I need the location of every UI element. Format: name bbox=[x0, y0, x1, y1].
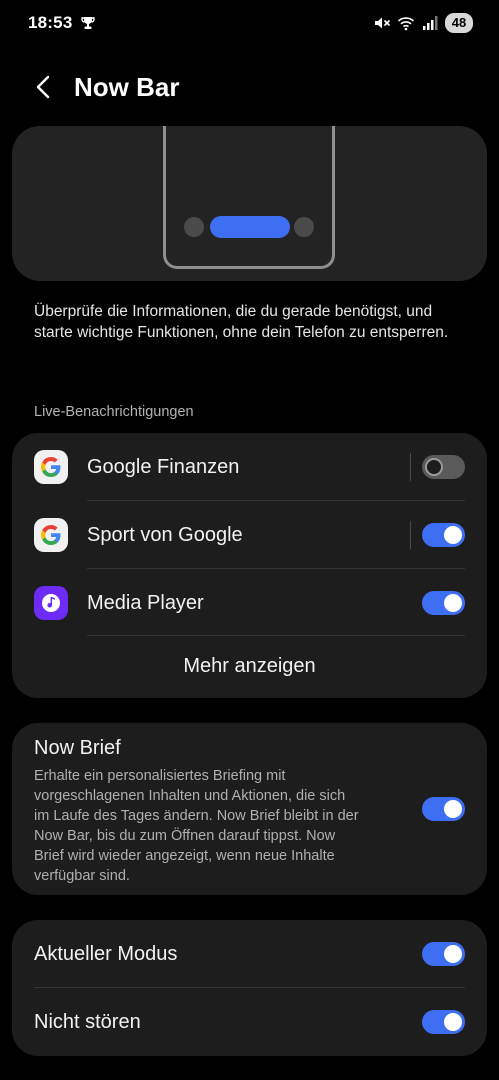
list-item-sport-von-google[interactable]: Sport von Google bbox=[12, 501, 487, 569]
live-notifications-card: Google Finanzen Sport von Google Media P… bbox=[12, 433, 487, 698]
app-header: Now Bar bbox=[0, 62, 499, 112]
vertical-divider bbox=[410, 453, 411, 481]
show-more-button[interactable]: Mehr anzeigen bbox=[12, 635, 487, 697]
list-item-label: Google Finanzen bbox=[87, 455, 240, 478]
now-brief-card[interactable]: Now Brief Erhalte ein personalisiertes B… bbox=[12, 723, 487, 895]
chevron-left-icon bbox=[36, 75, 50, 99]
now-brief-description: Erhalte ein personalisiertes Briefing mi… bbox=[34, 768, 359, 884]
signal-icon bbox=[423, 16, 438, 30]
illustration-dot-right bbox=[294, 217, 314, 237]
list-item-media-player[interactable]: Media Player bbox=[12, 569, 487, 637]
now-bar-pill bbox=[210, 216, 290, 238]
section-label-live: Live-Benachrichtigungen bbox=[34, 404, 194, 420]
status-time: 18:53 bbox=[28, 13, 73, 32]
now-brief-toggle[interactable] bbox=[422, 797, 465, 821]
modes-card: Aktueller Modus Nicht stören bbox=[12, 920, 487, 1056]
sport-von-google-toggle[interactable] bbox=[422, 523, 465, 547]
now-bar-illustration bbox=[12, 126, 487, 281]
list-item-google-finanzen[interactable]: Google Finanzen bbox=[12, 433, 487, 501]
list-item-label: Sport von Google bbox=[87, 523, 243, 546]
mute-icon bbox=[375, 17, 391, 29]
wifi-icon bbox=[397, 17, 415, 31]
back-button[interactable] bbox=[24, 67, 64, 107]
google-icon bbox=[34, 518, 68, 552]
list-item-aktueller-modus[interactable]: Aktueller Modus bbox=[12, 920, 487, 988]
google-finanzen-toggle[interactable] bbox=[422, 455, 465, 479]
feature-description: Überprüfe die Informationen, die du gera… bbox=[34, 303, 449, 341]
status-icons: 48 bbox=[373, 13, 473, 33]
illustration-dot-left bbox=[184, 217, 204, 237]
battery-indicator: 48 bbox=[445, 13, 473, 33]
list-item-nicht-stoeren[interactable]: Nicht stören bbox=[12, 988, 487, 1056]
media-player-toggle[interactable] bbox=[422, 591, 465, 615]
music-note-icon bbox=[34, 586, 68, 620]
status-bar: 18:53 48 bbox=[0, 0, 499, 46]
aktueller-modus-toggle[interactable] bbox=[422, 942, 465, 966]
list-item-label: Media Player bbox=[87, 591, 204, 614]
now-brief-title: Now Brief bbox=[34, 737, 121, 759]
list-item-label: Aktueller Modus bbox=[34, 942, 178, 965]
phone-outline bbox=[163, 126, 335, 269]
list-item-label: Nicht stören bbox=[34, 1010, 141, 1033]
vertical-divider bbox=[410, 521, 411, 549]
page-title: Now Bar bbox=[74, 71, 180, 102]
nicht-stoeren-toggle[interactable] bbox=[422, 1010, 465, 1034]
google-icon bbox=[34, 450, 68, 484]
trophy-icon bbox=[81, 17, 96, 29]
